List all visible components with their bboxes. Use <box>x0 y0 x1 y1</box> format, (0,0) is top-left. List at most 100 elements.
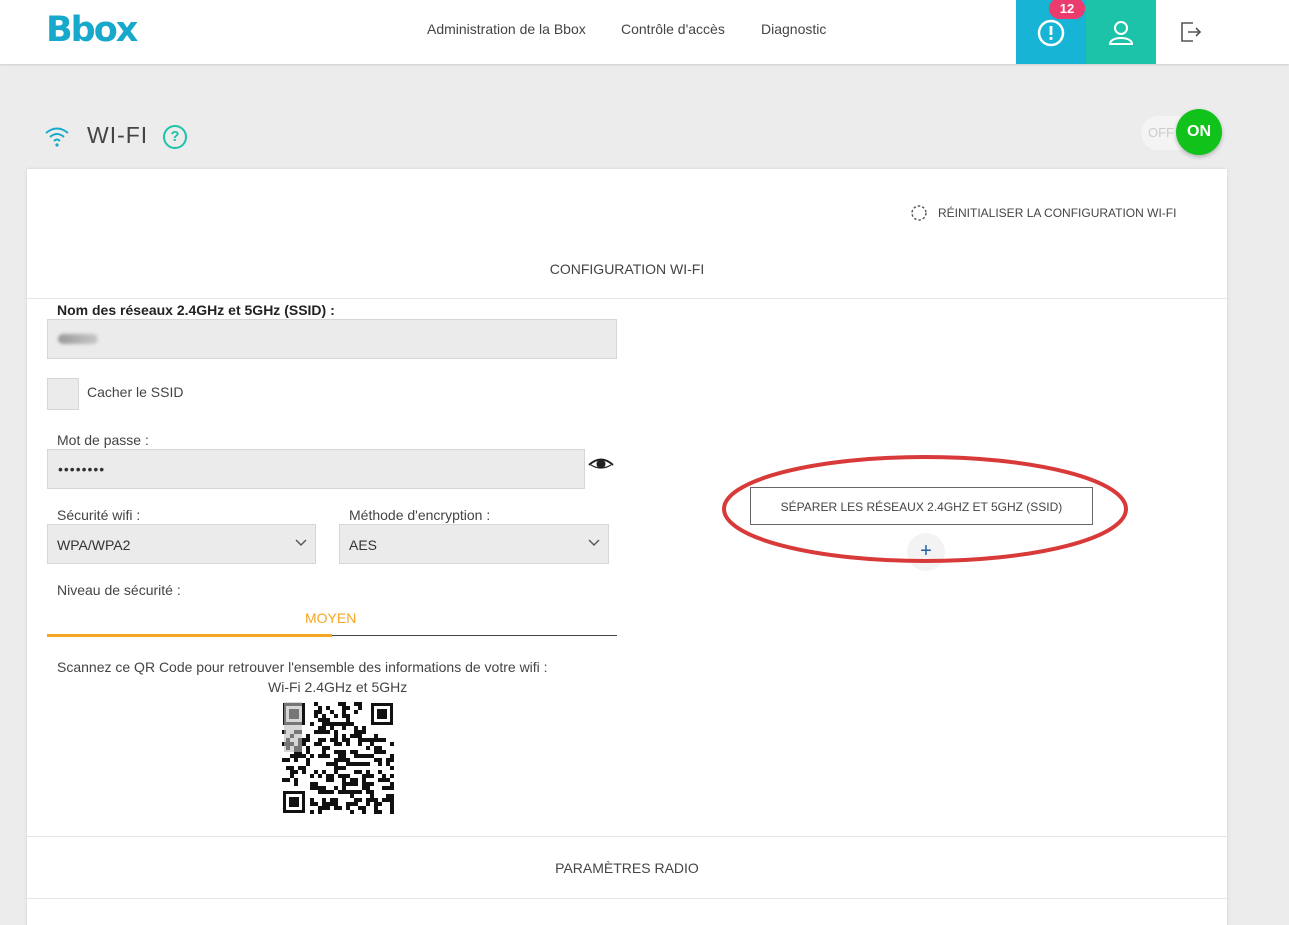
security-select[interactable]: WPA/WPA2 <box>47 524 316 564</box>
qr-module <box>350 762 354 766</box>
qr-module <box>386 758 390 762</box>
qr-module <box>374 806 378 810</box>
qr-module <box>334 750 338 754</box>
qr-module <box>382 786 386 790</box>
qr-module <box>318 706 322 710</box>
qr-module <box>306 746 310 750</box>
qr-module <box>362 806 366 810</box>
qr-module <box>318 738 322 742</box>
wifi-icon <box>45 127 69 147</box>
qr-module <box>330 710 334 714</box>
logout-button[interactable] <box>1156 0 1226 64</box>
chevron-down-icon <box>588 539 600 546</box>
nav-diagnostic-link[interactable]: Diagnostic <box>761 21 826 37</box>
qr-module <box>350 810 354 814</box>
qr-module <box>386 762 390 766</box>
nav-access-control-link[interactable]: Contrôle d'accès <box>621 21 725 37</box>
qr-module <box>362 778 366 782</box>
encryption-label: Méthode d'encryption : <box>349 507 491 523</box>
qr-module <box>322 726 326 730</box>
qr-module <box>342 710 346 714</box>
qr-module <box>302 754 306 758</box>
qr-module <box>326 762 330 766</box>
qr-module <box>338 702 342 706</box>
qr-module <box>390 758 394 762</box>
qr-module <box>326 706 330 710</box>
qr-module <box>362 754 366 758</box>
hide-ssid-label: Cacher le SSID <box>87 384 184 400</box>
qr-module <box>358 702 362 706</box>
qr-module <box>374 750 378 754</box>
qr-module <box>370 742 374 746</box>
encryption-select[interactable]: AES <box>339 524 609 564</box>
qr-module <box>330 790 334 794</box>
qr-module <box>282 758 286 762</box>
help-icon[interactable]: ? <box>163 125 187 149</box>
qr-module <box>354 750 358 754</box>
qr-module <box>346 738 350 742</box>
qr-module <box>354 734 358 738</box>
qr-module <box>354 770 358 774</box>
qr-module <box>302 742 306 746</box>
qr-module <box>322 790 326 794</box>
qr-module <box>302 770 306 774</box>
qr-module <box>326 754 330 758</box>
eye-icon[interactable] <box>588 456 614 474</box>
qr-module <box>330 802 334 806</box>
hide-ssid-checkbox[interactable] <box>47 378 79 410</box>
qr-module <box>318 786 322 790</box>
qr-module <box>354 754 358 758</box>
qr-module <box>334 770 338 774</box>
password-input[interactable]: •••••••• <box>47 449 585 489</box>
reset-spinner-icon <box>911 205 927 221</box>
qr-module <box>310 810 314 814</box>
qr-module <box>362 782 366 786</box>
toggle-on-knob[interactable]: ON <box>1176 109 1222 155</box>
user-account-button[interactable] <box>1086 0 1156 64</box>
qr-module <box>326 778 330 782</box>
qr-module <box>318 790 322 794</box>
qr-module <box>294 778 298 782</box>
qr-module <box>354 762 358 766</box>
qr-module <box>346 706 350 710</box>
qr-module <box>350 722 354 726</box>
encryption-value: AES <box>349 537 378 553</box>
qr-module <box>338 722 342 726</box>
divider <box>27 836 1227 837</box>
qr-module <box>374 798 378 802</box>
qr-module <box>286 766 290 770</box>
qr-module <box>338 742 342 746</box>
qr-module <box>374 810 378 814</box>
qr-module <box>386 798 390 802</box>
qr-module <box>362 726 366 730</box>
qr-module <box>370 782 374 786</box>
qr-module <box>322 718 326 722</box>
qr-module <box>338 790 342 794</box>
security-level-fill <box>47 634 332 637</box>
qr-module <box>366 782 370 786</box>
qr-module <box>290 754 294 758</box>
qr-module <box>334 798 338 802</box>
nav-admin-link[interactable]: Administration de la Bbox <box>427 21 586 37</box>
qr-module <box>378 762 382 766</box>
qr-module <box>370 790 374 794</box>
qr-module <box>330 774 334 778</box>
qr-module <box>314 770 318 774</box>
qr-module <box>302 766 306 770</box>
qr-module <box>342 726 346 730</box>
qr-module <box>390 754 394 758</box>
qr-module <box>354 790 358 794</box>
qr-module <box>326 718 330 722</box>
qr-module <box>366 802 370 806</box>
qr-module <box>354 702 358 706</box>
qr-module <box>330 798 334 802</box>
qr-module <box>334 766 338 770</box>
reset-wifi-config-link[interactable]: RÉINITIALISER LA CONFIGURATION WI-FI <box>910 204 1176 222</box>
qr-module <box>334 722 338 726</box>
bbox-logo[interactable]: Bbox <box>46 10 138 50</box>
qr-module <box>382 750 386 754</box>
qr-subtitle: Wi-Fi 2.4GHz et 5GHz <box>268 679 408 695</box>
qr-module <box>378 750 382 754</box>
qr-module <box>342 790 346 794</box>
ssid-input[interactable] <box>47 319 617 359</box>
